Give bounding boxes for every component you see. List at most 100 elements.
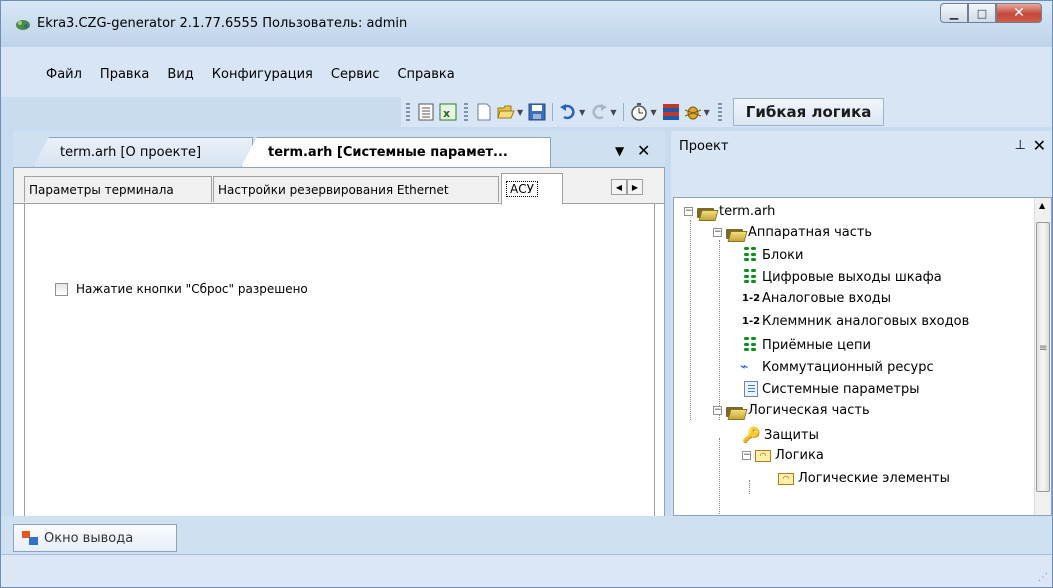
- tree-node-switching[interactable]: ⌁ Коммутационный ресурс: [740, 359, 934, 375]
- menu-bar: Файл Правка Вид Конфигурация Сервис Спра…: [1, 47, 1052, 97]
- status-bar: ⋰: [1, 554, 1052, 587]
- project-tree[interactable]: − term.arh − Аппаратная часть Блоки Цифр…: [673, 197, 1052, 516]
- close-pane-icon[interactable]: ✕: [1033, 136, 1046, 155]
- tree-node-logic-elements[interactable]: ◠ Логические элементы: [778, 471, 950, 486]
- toolbar: x ▼ ▼ ▼ ▼ ▼ Гибкая логика: [401, 97, 1052, 127]
- redo-dropdown-icon[interactable]: ▼: [610, 108, 616, 117]
- output-window-tab[interactable]: Окно вывода: [13, 524, 177, 552]
- collapse-icon[interactable]: −: [713, 228, 722, 237]
- menu-view[interactable]: Вид: [158, 67, 202, 82]
- tree-node-hardware[interactable]: − Аппаратная часть: [713, 225, 872, 240]
- toolbar-grip[interactable]: [464, 103, 468, 121]
- undo-icon[interactable]: [559, 103, 577, 121]
- tree-node-protections[interactable]: 🔑 Защиты: [742, 426, 819, 444]
- document-icon: [744, 381, 758, 397]
- timer-icon[interactable]: [630, 103, 648, 121]
- blocks-icon: [744, 247, 758, 263]
- close-document-icon[interactable]: ✕: [637, 141, 650, 160]
- tree-node-label: Блоки: [762, 247, 804, 263]
- reset-allowed-checkbox[interactable]: [55, 282, 68, 296]
- menu-help[interactable]: Справка: [388, 67, 463, 82]
- folder-open-icon: [697, 205, 715, 219]
- tab-about-project[interactable]: term.arh [О проекте]: [33, 137, 253, 167]
- excel-icon[interactable]: x: [439, 103, 457, 121]
- new-file-icon[interactable]: [475, 103, 493, 121]
- menu-edit[interactable]: Правка: [91, 67, 158, 82]
- open-folder-icon[interactable]: [497, 103, 515, 121]
- flexible-logic-tab[interactable]: Гибкая логика: [732, 98, 885, 126]
- menu-service[interactable]: Сервис: [322, 67, 389, 82]
- maximize-button[interactable]: □: [968, 3, 996, 23]
- tab-label: term.arh [Системные парамет...: [268, 145, 508, 160]
- reset-button-option[interactable]: Нажатие кнопки "Сброс" разрешено: [55, 282, 308, 296]
- tab-system-params[interactable]: term.arh [Системные парамет...: [241, 137, 551, 167]
- tab-label: АСУ: [506, 181, 538, 197]
- undo-dropdown-icon[interactable]: ▼: [579, 108, 585, 117]
- list-icon[interactable]: [417, 103, 435, 121]
- collapse-icon[interactable]: −: [713, 406, 722, 415]
- circuits-icon: [744, 337, 758, 353]
- tree-node-label: Защиты: [764, 427, 819, 443]
- tab-ethernet-redundancy[interactable]: Настройки резервирования Ethernet: [213, 176, 499, 202]
- tree-node-label: term.arh: [719, 204, 776, 219]
- document-area: term.arh [О проекте] term.arh [Системные…: [13, 131, 665, 546]
- tree-node-analog-inputs[interactable]: 1-2 Аналоговые входы: [742, 291, 891, 306]
- open-dropdown-icon[interactable]: ▼: [517, 108, 523, 117]
- tab-asu[interactable]: АСУ: [501, 173, 563, 205]
- tree-node-label: Логические элементы: [798, 471, 950, 486]
- collapse-icon[interactable]: −: [742, 451, 751, 460]
- tab-list-dropdown-icon[interactable]: ▼: [615, 144, 624, 158]
- tree-node-logical[interactable]: − Логическая часть: [713, 403, 870, 418]
- tree-node-root[interactable]: − term.arh: [684, 204, 775, 219]
- folder-open-icon: [726, 404, 744, 418]
- output-tab-label: Окно вывода: [44, 530, 134, 546]
- collapse-icon[interactable]: −: [684, 207, 693, 216]
- flags-icon[interactable]: [662, 103, 680, 121]
- close-button[interactable]: ✕: [996, 3, 1042, 23]
- property-tabs: Параметры терминала Настройки резервиров…: [14, 168, 664, 205]
- pin-icon[interactable]: ⊥: [1015, 138, 1026, 153]
- resize-grip-icon[interactable]: ⋰: [1038, 572, 1048, 583]
- logic-icon: ◠: [755, 449, 771, 462]
- document-body: Параметры терминала Настройки резервиров…: [13, 167, 665, 546]
- scroll-up-icon[interactable]: ▲: [1039, 201, 1045, 210]
- toolbar-grip[interactable]: [717, 103, 722, 121]
- redo-icon[interactable]: [590, 103, 608, 121]
- app-logo-icon: [16, 20, 30, 30]
- tree-node-blocks[interactable]: Блоки: [744, 247, 803, 263]
- tree-node-receive-circuits[interactable]: Приёмные цепи: [744, 337, 871, 353]
- outputs-icon: [744, 269, 758, 285]
- tab-terminal-params[interactable]: Параметры терминала: [24, 176, 212, 202]
- pane-title: Проект: [679, 139, 729, 154]
- menu-configuration[interactable]: Конфигурация: [203, 67, 322, 82]
- minimize-button[interactable]: ▁: [940, 3, 968, 23]
- save-icon[interactable]: [528, 103, 546, 121]
- bug-icon[interactable]: [684, 103, 702, 121]
- tree-node-digital-outputs[interactable]: Цифровые выходы шкафа: [744, 269, 942, 285]
- scrollbar-thumb[interactable]: [1036, 222, 1050, 492]
- analog-icon: 1-2: [742, 316, 761, 327]
- menu-file[interactable]: Файл: [37, 67, 91, 82]
- tree-node-label: Логика: [775, 448, 824, 463]
- bug-dropdown-icon[interactable]: ▼: [704, 108, 710, 117]
- tree-node-system-params[interactable]: Системные параметры: [744, 381, 920, 397]
- asu-tab-content: Нажатие кнопки "Сброс" разрешено: [24, 204, 655, 536]
- window-title: Ekra3.CZG-generator 2.1.77.6555 Пользова…: [37, 16, 408, 31]
- folder-open-icon: [726, 226, 744, 240]
- app-window: Ekra3.CZG-generator 2.1.77.6555 Пользова…: [0, 0, 1053, 588]
- svg-text:x: x: [443, 107, 450, 120]
- tree-node-label: Приёмные цепи: [762, 337, 871, 353]
- toolbar-grip[interactable]: [406, 103, 410, 121]
- tree-node-terminal[interactable]: 1-2 Клеммник аналоговых входов: [742, 314, 969, 329]
- tree-node-label: Коммутационный ресурс: [762, 359, 934, 375]
- toolbar-separator: [552, 103, 554, 121]
- logic-icon: ◠: [778, 472, 794, 485]
- title-bar[interactable]: Ekra3.CZG-generator 2.1.77.6555 Пользова…: [1, 1, 1052, 47]
- tabs-scroll-right-icon[interactable]: ▶: [627, 179, 643, 195]
- tabs-scroll-left-icon[interactable]: ◀: [611, 179, 627, 195]
- tree-scrollbar[interactable]: ▲: [1034, 198, 1051, 515]
- tree-line: [719, 240, 720, 420]
- tree-node-logic[interactable]: − ◠ Логика: [742, 448, 824, 463]
- tree-node-label: Аналоговые входы: [762, 291, 892, 306]
- timer-dropdown-icon[interactable]: ▼: [650, 108, 656, 117]
